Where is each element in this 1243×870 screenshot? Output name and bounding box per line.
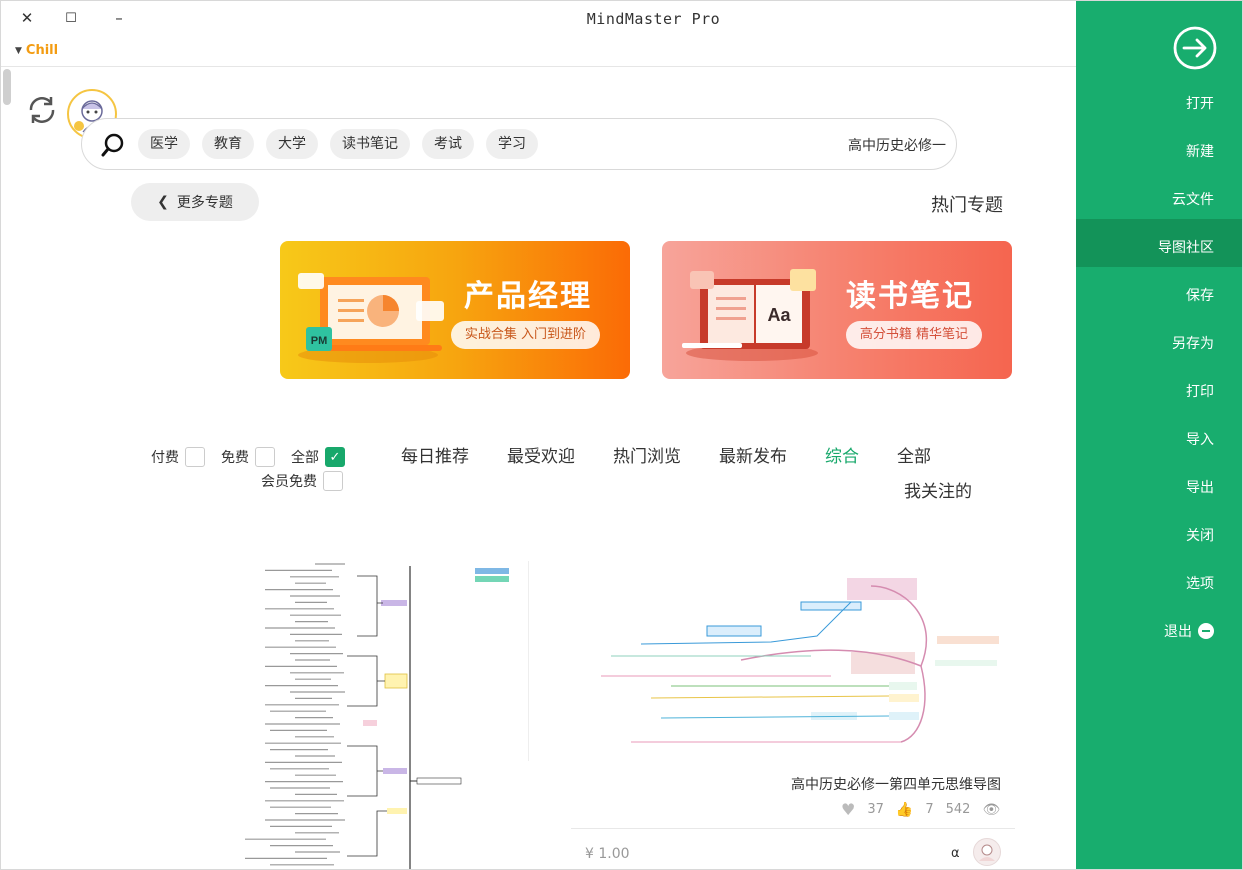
tab-most-liked[interactable]: 最受欢迎 bbox=[507, 442, 575, 467]
tab-following[interactable]: 我关注的 bbox=[904, 477, 972, 502]
app-window: ✕ ☐ – MindMaster Pro ▼ Chill 医学 教育 大学 读书… bbox=[0, 0, 1243, 870]
filter-all-label: 全部 bbox=[291, 450, 319, 466]
checkbox[interactable] bbox=[185, 447, 205, 467]
window-title: MindMaster Pro bbox=[586, 10, 721, 28]
refresh-icon[interactable] bbox=[25, 93, 59, 127]
author-avatar[interactable] bbox=[973, 838, 1001, 866]
sidebar-item-exit-label: 退出 bbox=[1164, 624, 1192, 640]
title-bar: ✕ ☐ – MindMaster Pro bbox=[1, 1, 1076, 37]
mindmap-thumbnail[interactable] bbox=[237, 556, 677, 869]
sidebar-item-community[interactable]: 导图社区 bbox=[1158, 237, 1214, 257]
exit-icon bbox=[1198, 623, 1214, 639]
search-tag-chip[interactable]: 读书笔记 bbox=[330, 129, 410, 159]
laptop-illustration: PM bbox=[298, 273, 444, 363]
filter-member-free-label: 会员免费 bbox=[261, 474, 317, 490]
thumbs-up-icon[interactable]: 👍 bbox=[896, 802, 913, 818]
category-tabs: 每日推荐 最受欢迎 热门浏览 最新发布 综合 全部 bbox=[401, 442, 931, 467]
sidebar-item-import[interactable]: 导入 bbox=[1186, 429, 1214, 449]
filter-free[interactable]: 免费 bbox=[221, 447, 275, 467]
tab-general[interactable]: 综合 bbox=[825, 442, 859, 467]
chevron-left-icon: ❮ bbox=[157, 194, 169, 210]
banner-product-manager[interactable]: PM 产品经理 实战合集 入门到进阶 bbox=[280, 241, 630, 379]
card-stats: ♥ 37 👍 7 542 👁 bbox=[841, 800, 1000, 819]
sidebar-item-new[interactable]: 新建 bbox=[1186, 141, 1214, 161]
banner-subtitle: 实战合集 入门到进阶 bbox=[450, 321, 600, 349]
checkbox-checked[interactable]: ✓ bbox=[325, 447, 345, 467]
sidebar-item-close[interactable]: 关闭 bbox=[1186, 525, 1214, 545]
tab-daily-pick[interactable]: 每日推荐 bbox=[401, 442, 469, 467]
banner-subtitle: 高分书籍 精华笔记 bbox=[845, 321, 982, 349]
banner-title: 产品经理 bbox=[464, 279, 592, 314]
tab-latest[interactable]: 最新发布 bbox=[719, 442, 787, 467]
caret-down-icon: ▼ bbox=[15, 45, 22, 56]
favorites-count: 37 bbox=[867, 802, 884, 817]
sidebar-item-save[interactable]: 保存 bbox=[1186, 285, 1214, 305]
card-title[interactable]: 高中历史必修一第四单元思维导图 bbox=[771, 774, 1001, 794]
checkbox[interactable] bbox=[255, 447, 275, 467]
arrow-right-circle-icon[interactable] bbox=[1172, 25, 1218, 71]
search-tag-list: 医学 教育 大学 读书笔记 考试 学习 bbox=[138, 129, 538, 159]
sidebar-item-save-as[interactable]: 另存为 bbox=[1172, 333, 1214, 353]
tab-all[interactable]: 全部 bbox=[897, 442, 931, 467]
search-tag-chip[interactable]: 教育 bbox=[202, 129, 254, 159]
likes-count: 7 bbox=[925, 802, 934, 817]
banner-reading-notes[interactable]: Aa 读书笔记 高分书籍 精华笔记 bbox=[662, 241, 1012, 379]
sidebar-item-print[interactable]: 打印 bbox=[1186, 381, 1214, 401]
file-sidebar: 打开 新建 云文件 导图社区 保存 另存为 打印 导入 导出 关闭 选项 退出 bbox=[1076, 1, 1242, 869]
title-divider bbox=[1, 66, 1076, 67]
scrollbar-thumb[interactable] bbox=[3, 69, 11, 105]
search-icon[interactable] bbox=[100, 132, 126, 158]
banner-title: 读书笔记 bbox=[846, 279, 974, 314]
filter-member-free[interactable]: 会员免费 bbox=[261, 471, 343, 491]
svg-text:PM: PM bbox=[311, 335, 328, 347]
sidebar-item-export[interactable]: 导出 bbox=[1186, 477, 1214, 497]
search-input[interactable] bbox=[786, 133, 946, 157]
heart-icon[interactable]: ♥ bbox=[841, 800, 855, 819]
views-count: 542 bbox=[945, 802, 971, 817]
author-name[interactable]: α bbox=[951, 846, 960, 861]
checkbox[interactable] bbox=[323, 471, 343, 491]
sidebar-item-options[interactable]: 选项 bbox=[1186, 573, 1214, 593]
vertical-scrollbar[interactable] bbox=[3, 67, 11, 867]
search-tag-chip[interactable]: 医学 bbox=[138, 129, 190, 159]
search-tag-chip[interactable]: 学习 bbox=[486, 129, 538, 159]
theme-selector[interactable]: ▼ Chill bbox=[15, 43, 58, 58]
sidebar-item-cloud-files[interactable]: 云文件 bbox=[1172, 189, 1214, 209]
filter-paid[interactable]: 付费 bbox=[151, 447, 205, 467]
theme-label: Chill bbox=[25, 43, 59, 58]
search-bar: 医学 教育 大学 读书笔记 考试 学习 bbox=[81, 118, 957, 170]
more-topics-button[interactable]: ❮ 更多专题 bbox=[131, 183, 259, 221]
sidebar-item-open[interactable]: 打开 bbox=[1186, 93, 1214, 113]
mindmap-card[interactable] bbox=[237, 556, 677, 869]
more-topics-label: 更多专题 bbox=[176, 195, 233, 211]
svg-text:Aa: Aa bbox=[767, 305, 791, 325]
eye-icon: 👁 bbox=[982, 801, 1001, 818]
sidebar-item-exit[interactable]: 退出 bbox=[1164, 621, 1214, 641]
book-illustration: Aa bbox=[682, 269, 818, 361]
filter-all[interactable]: 全部 ✓ bbox=[291, 447, 345, 467]
filter-free-label: 免费 bbox=[221, 450, 249, 466]
search-tag-chip[interactable]: 大学 bbox=[266, 129, 318, 159]
filter-paid-label: 付费 bbox=[151, 450, 179, 466]
search-tag-chip[interactable]: 考试 bbox=[422, 129, 474, 159]
section-title-hot-topics: 热门专题 bbox=[931, 195, 1003, 216]
tab-hot[interactable]: 热门浏览 bbox=[613, 442, 681, 467]
